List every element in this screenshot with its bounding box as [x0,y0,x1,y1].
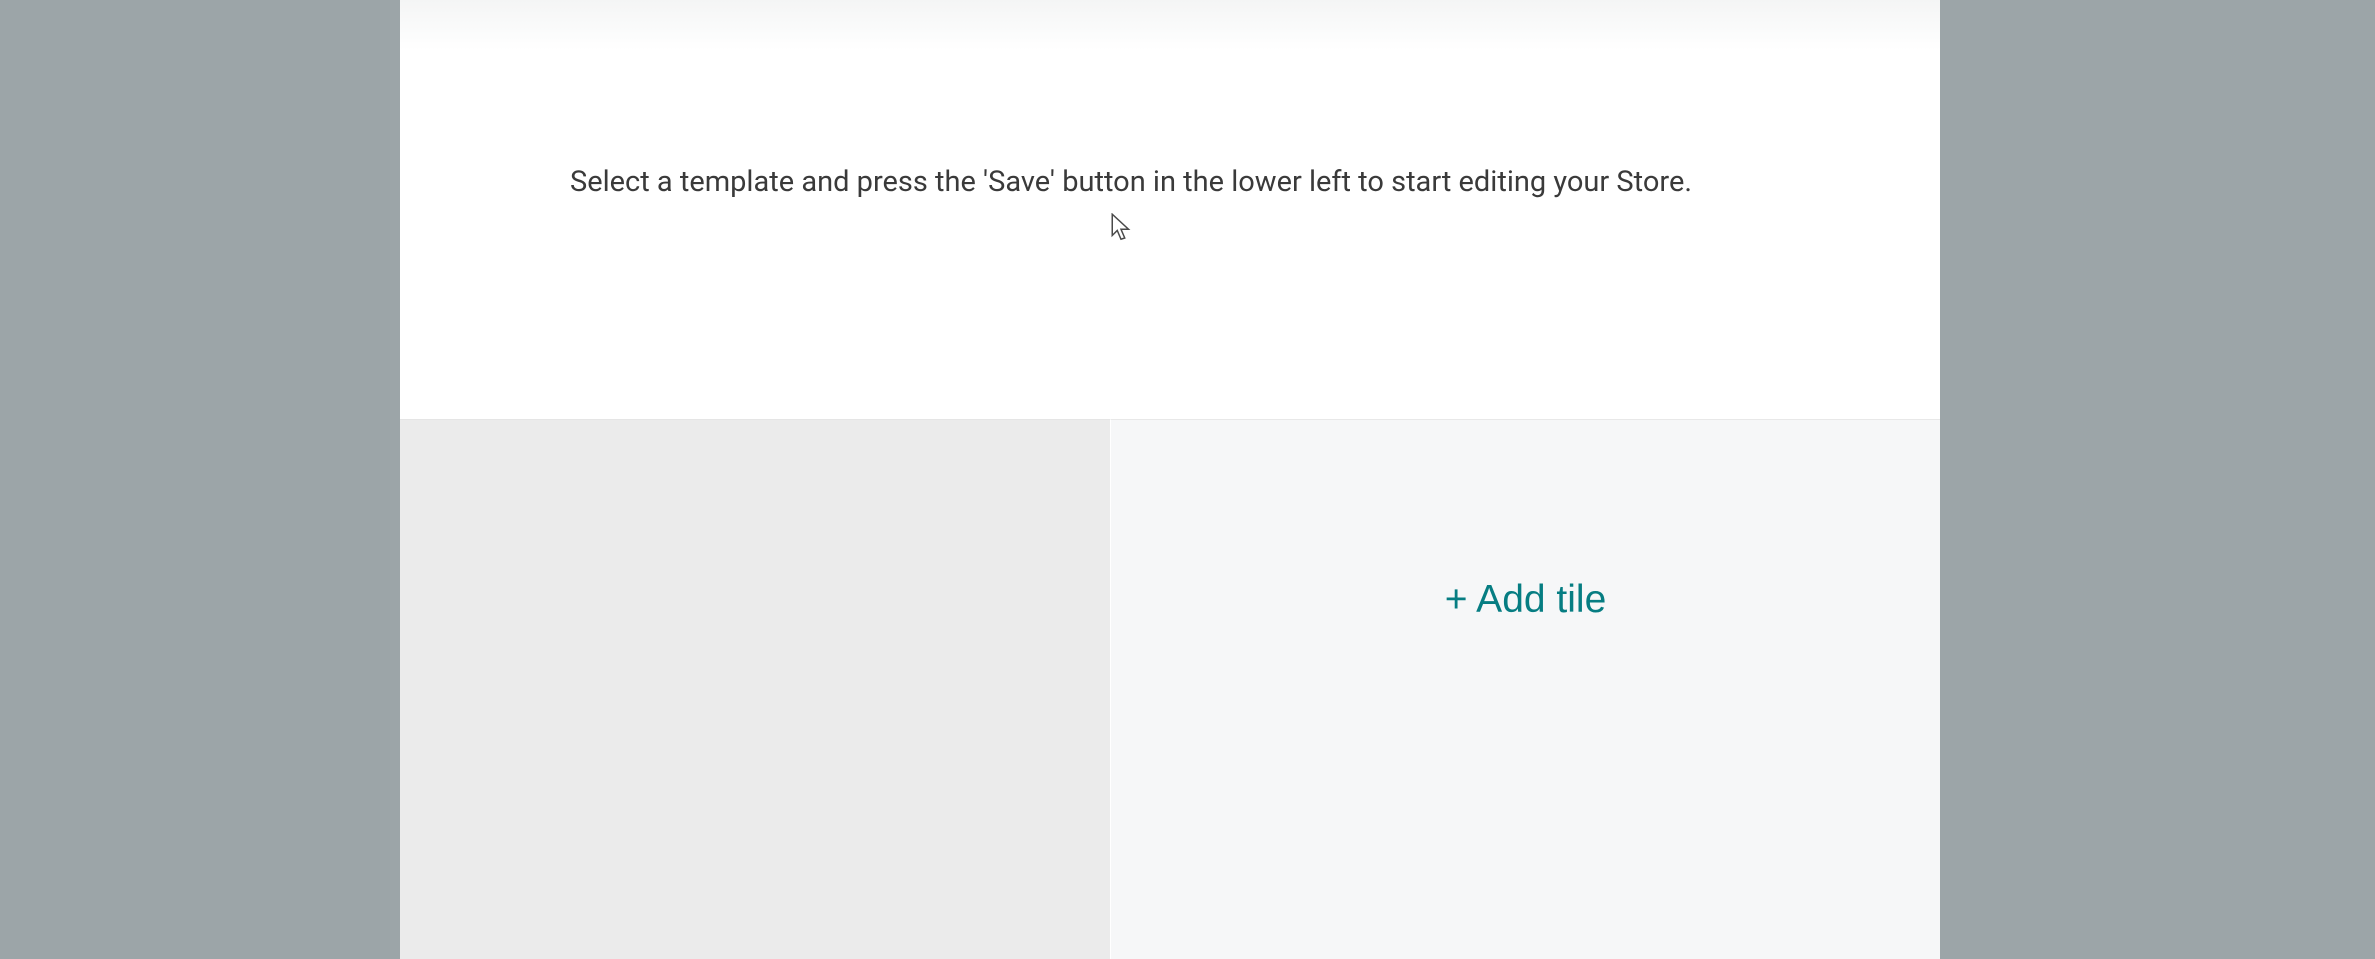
left-tile-placeholder[interactable] [400,419,1110,959]
page-container: Select a template and press the 'Save' b… [400,0,1940,956]
tiles-section: + Add tile [400,419,1940,959]
add-tile-label: + Add tile [1445,578,1607,622]
add-tile-button[interactable]: + Add tile [1445,578,1607,622]
instruction-text: Select a template and press the 'Save' b… [400,165,1940,199]
instruction-section: Select a template and press the 'Save' b… [400,0,1940,419]
right-tile-placeholder[interactable]: + Add tile [1110,419,1940,959]
